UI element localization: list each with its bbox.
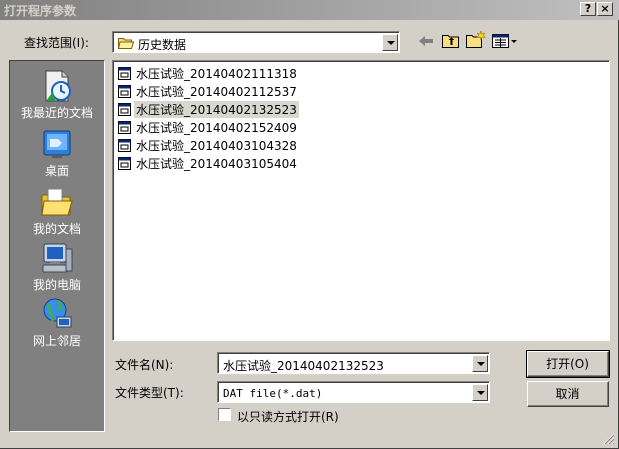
place-recent-documents[interactable]: 我最近的文档 xyxy=(10,69,104,121)
file-icon xyxy=(118,102,131,116)
window-title: 打开程序参数 xyxy=(4,4,77,18)
place-label: 我最近的文档 xyxy=(20,106,93,120)
lookin-dropdown-button[interactable] xyxy=(382,34,398,51)
file-list[interactable]: 水压试验_20140402111318 水压试验_20140402112537 … xyxy=(112,60,610,341)
up-folder-icon[interactable] xyxy=(442,32,460,48)
readonly-label: 以只读方式打开(R) xyxy=(237,410,339,424)
lookin-label: 查找范围(I): xyxy=(24,36,89,50)
my-documents-icon xyxy=(41,188,73,216)
cancel-button[interactable]: 取消 xyxy=(527,381,609,407)
file-name: 水压试验_20140402111318 xyxy=(136,66,297,81)
filename-label: 文件名(N): xyxy=(115,358,174,372)
place-my-computer[interactable]: 我的电脑 xyxy=(10,241,104,293)
my-computer-icon xyxy=(42,243,73,273)
readonly-checkbox[interactable] xyxy=(218,408,231,421)
place-my-documents[interactable]: 我的文档 xyxy=(10,185,104,237)
recent-documents-icon xyxy=(45,70,71,102)
filetype-label: 文件类型(T): xyxy=(115,386,184,400)
file-item[interactable]: 水压试验_20140403105404 xyxy=(118,154,299,172)
lookin-value: 历史数据 xyxy=(138,38,187,52)
back-arrow-icon[interactable] xyxy=(418,34,434,48)
file-icon xyxy=(118,120,131,134)
file-icon xyxy=(118,66,131,80)
filetype-combo[interactable]: DAT file(*.dat) xyxy=(217,381,490,403)
file-icon xyxy=(118,138,131,152)
open-button[interactable]: 打开(O) xyxy=(526,350,610,378)
file-item-selected[interactable]: 水压试验_20140402132523 xyxy=(118,100,299,118)
title-bar[interactable]: 打开程序参数 ? × xyxy=(0,0,619,20)
file-icon xyxy=(118,84,131,98)
help-button[interactable]: ? xyxy=(580,2,596,16)
file-name: 水压试验_20140402112537 xyxy=(136,84,297,99)
place-label: 网上邻居 xyxy=(32,334,81,348)
filename-combo[interactable]: 水压试验_20140402132523 xyxy=(217,352,490,374)
file-item[interactable]: 水压试验_20140402111318 xyxy=(118,64,299,82)
new-folder-icon[interactable] xyxy=(466,31,486,48)
close-button[interactable]: × xyxy=(597,2,613,16)
filetype-dropdown-button[interactable] xyxy=(472,384,488,401)
view-menu-icon[interactable] xyxy=(492,34,518,48)
cancel-button-label: 取消 xyxy=(528,382,608,406)
file-name: 水压试验_20140402132523 xyxy=(134,100,299,118)
file-item[interactable]: 水压试验_20140402112537 xyxy=(118,82,299,100)
filename-dropdown-button[interactable] xyxy=(472,355,488,372)
file-name: 水压试验_20140402152409 xyxy=(136,120,297,135)
file-name: 水压试验_20140403104328 xyxy=(136,138,297,153)
file-item[interactable]: 水压试验_20140402152409 xyxy=(118,118,299,136)
file-icon xyxy=(118,156,131,170)
place-desktop[interactable]: 桌面 xyxy=(10,127,104,179)
file-item[interactable]: 水压试验_20140403104328 xyxy=(118,136,299,154)
place-network[interactable]: 网上邻居 xyxy=(10,297,104,349)
network-places-icon xyxy=(43,298,72,328)
open-file-dialog: 打开程序参数 ? × 查找范围(I): 历史数据 我最近的文档 桌面 我的文档 … xyxy=(0,0,619,449)
lookin-combo[interactable]: 历史数据 xyxy=(112,31,400,53)
open-button-label: 打开(O) xyxy=(528,352,608,376)
file-name: 水压试验_20140403105404 xyxy=(136,156,297,171)
place-label: 桌面 xyxy=(44,164,69,178)
places-bar: 我最近的文档 桌面 我的文档 我的电脑 网上邻居 xyxy=(9,60,105,432)
desktop-icon xyxy=(43,130,71,158)
resize-grip-icon[interactable] xyxy=(603,433,615,445)
folder-icon xyxy=(118,38,134,49)
place-label: 我的电脑 xyxy=(32,278,81,292)
filename-input[interactable]: 水压试验_20140402132523 xyxy=(223,357,384,374)
filetype-value: DAT file(*.dat) xyxy=(223,387,323,400)
place-label: 我的文档 xyxy=(32,222,81,236)
